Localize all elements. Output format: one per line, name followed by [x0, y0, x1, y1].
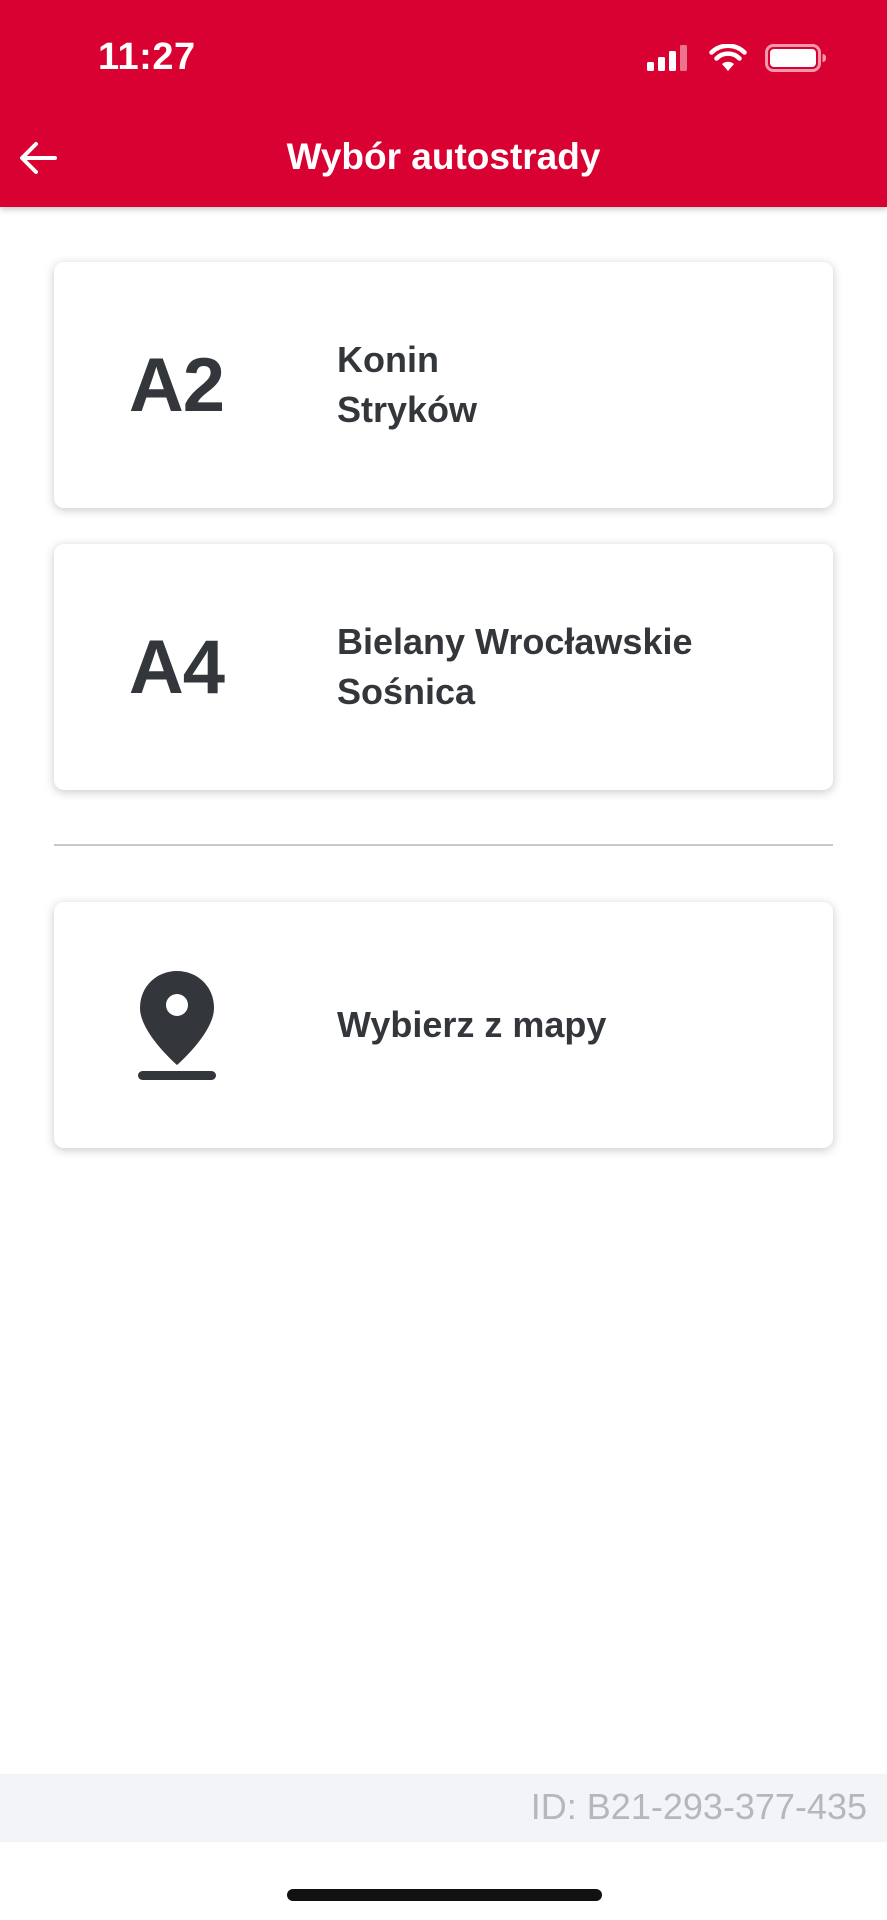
device-id-bar: ID: B21-293-377-435: [0, 1774, 887, 1842]
status-time: 11:27: [98, 36, 196, 78]
battery-icon: [765, 44, 826, 72]
wifi-icon: [709, 44, 747, 71]
choose-from-map-label: Wybierz z mapy: [337, 902, 606, 1148]
highway-card-a4[interactable]: A4 Bielany Wrocławskie Sośnica: [54, 544, 833, 790]
highway-route-start: Bielany Wrocławskie: [337, 621, 693, 662]
device-id-text: ID: B21-293-377-435: [530, 1786, 867, 1827]
status-icons: [647, 44, 827, 72]
header-bar: 11:27 Wybór autostrady: [0, 0, 887, 207]
highway-route-start: Konin: [337, 339, 439, 380]
choose-from-map-text: Wybierz z mapy: [337, 1004, 607, 1045]
choose-from-map-button[interactable]: Wybierz z mapy: [54, 902, 833, 1148]
nav-row: Wybór autostrady: [0, 128, 887, 188]
highway-route: Bielany Wrocławskie Sośnica: [337, 544, 693, 790]
signal-icon: [647, 45, 687, 71]
highway-card-a2[interactable]: A2 Konin Stryków: [54, 262, 833, 508]
map-pin-icon: [54, 902, 299, 1148]
home-indicator[interactable]: [287, 1889, 602, 1901]
app-screen: 11:27 Wybór autostrady A2 Konin Stryków …: [0, 0, 887, 1920]
highway-route-end: Sośnica: [337, 671, 476, 712]
highway-code: A4: [128, 624, 225, 710]
highway-route: Konin Stryków: [337, 262, 477, 508]
highway-route-end: Stryków: [337, 389, 478, 430]
page-title: Wybór autostrady: [286, 136, 601, 177]
section-divider: [54, 844, 833, 846]
highway-code: A2: [128, 342, 225, 428]
